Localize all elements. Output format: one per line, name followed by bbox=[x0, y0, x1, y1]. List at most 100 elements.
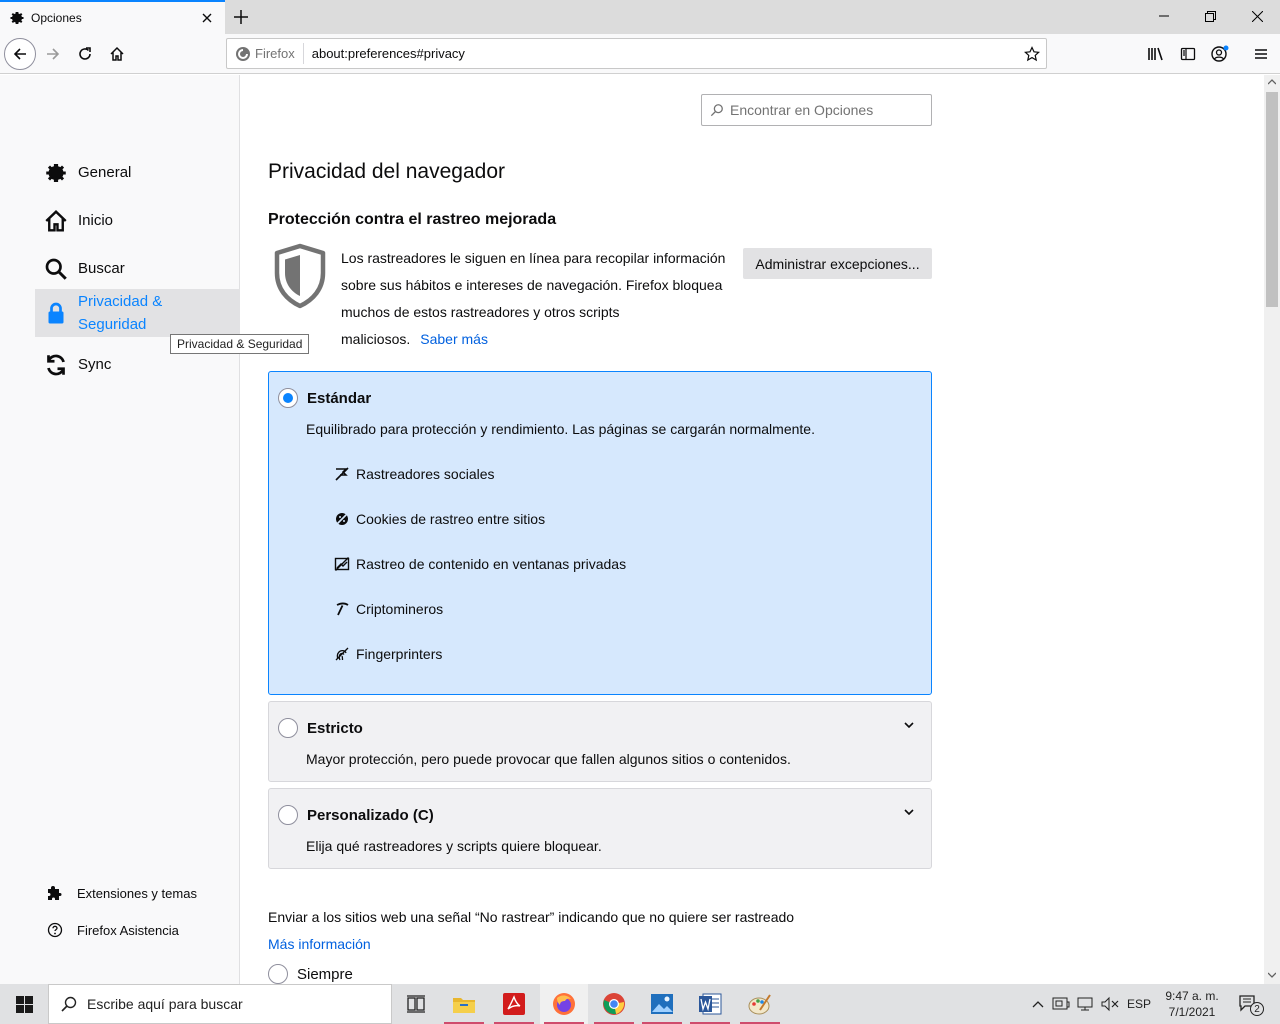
tab-opciones[interactable]: Opciones bbox=[0, 0, 225, 34]
tray-network-adapter-icon[interactable] bbox=[1050, 984, 1072, 1024]
clock-date: 7/1/2021 bbox=[1168, 1005, 1216, 1019]
folder-icon bbox=[453, 998, 475, 1013]
gear-icon bbox=[44, 161, 68, 185]
search-input[interactable]: Encontrar en Opciones bbox=[701, 94, 932, 126]
option-standard[interactable]: Estándar Equilibrado para protección y r… bbox=[268, 371, 932, 695]
feature-label: Rastreadores sociales bbox=[356, 466, 495, 482]
url-text[interactable]: about:preferences#privacy bbox=[312, 46, 1018, 61]
home-button[interactable] bbox=[101, 38, 133, 70]
sidebar-footer-support[interactable]: Firefox Asistencia bbox=[47, 922, 179, 938]
sidebar-toggle-button[interactable] bbox=[1172, 38, 1204, 70]
sidebar-footer-extensions[interactable]: Extensiones y temas bbox=[47, 885, 197, 901]
tab-strip: Opciones bbox=[0, 0, 1280, 34]
taskbar-search-input[interactable]: Escribe aquí para buscar bbox=[48, 984, 392, 1024]
close-window-button[interactable] bbox=[1234, 0, 1280, 32]
library-button[interactable] bbox=[1140, 38, 1172, 70]
search-placeholder: Encontrar en Opciones bbox=[730, 102, 874, 118]
restore-button[interactable] bbox=[1187, 0, 1233, 32]
option-description: Equilibrado para protección y rendimient… bbox=[306, 421, 815, 437]
taskbar-app-word[interactable] bbox=[686, 984, 734, 1024]
etp-description-block: Los rastreadores le siguen en línea para… bbox=[341, 245, 731, 353]
taskbar-app-acrobat[interactable] bbox=[490, 984, 538, 1024]
tray-network-icon[interactable] bbox=[1074, 984, 1098, 1024]
identity-label: Firefox bbox=[255, 46, 295, 61]
chevron-down-icon[interactable] bbox=[901, 717, 917, 733]
sidebar-item-general[interactable]: General bbox=[35, 157, 240, 189]
home-icon bbox=[44, 209, 68, 233]
footer-label: Extensiones y temas bbox=[77, 885, 197, 901]
clock-time: 9:47 a. m. bbox=[1165, 989, 1219, 1003]
option-description: Mayor protección, pero puede provocar qu… bbox=[306, 751, 791, 767]
manage-exceptions-button[interactable]: Administrar excepciones... bbox=[743, 248, 932, 279]
forward-button[interactable] bbox=[37, 38, 69, 70]
back-button[interactable] bbox=[4, 38, 36, 70]
dnt-always-option[interactable]: Siempre bbox=[268, 964, 353, 984]
sidebar-item-buscar[interactable]: Buscar bbox=[35, 253, 240, 285]
scrollbar[interactable] bbox=[1264, 75, 1280, 984]
taskbar-app-chrome[interactable] bbox=[590, 984, 638, 1024]
feature-content-tracking: Rastreo de contenido en ventanas privada… bbox=[334, 556, 626, 572]
content-tracker-icon bbox=[334, 556, 350, 572]
scrollbar-thumb[interactable] bbox=[1266, 92, 1278, 307]
option-title: Estricto bbox=[307, 720, 363, 737]
social-tracker-icon bbox=[334, 466, 350, 482]
chevron-down-icon[interactable] bbox=[901, 804, 917, 820]
radio-always[interactable] bbox=[268, 964, 288, 984]
learn-more-link[interactable]: Saber más bbox=[420, 331, 488, 347]
etp-description: Los rastreadores le siguen en línea para… bbox=[341, 250, 726, 347]
paint-icon bbox=[748, 994, 771, 1015]
dnt-more-info-link[interactable]: Más información bbox=[268, 936, 371, 952]
sidebar-item-label: Sync bbox=[78, 356, 112, 373]
sidebar-item-label: Inicio bbox=[78, 212, 114, 229]
new-tab-button[interactable] bbox=[230, 6, 252, 28]
tooltip: Privacidad & Seguridad bbox=[170, 334, 310, 354]
scroll-down-icon[interactable] bbox=[1268, 972, 1276, 978]
radio-standard[interactable] bbox=[278, 388, 298, 408]
hamburger-icon bbox=[1255, 49, 1267, 59]
option-description: Elija qué rastreadores y scripts quiere … bbox=[306, 838, 602, 854]
library-icon bbox=[1148, 47, 1163, 61]
tray-volume-muted-icon[interactable] bbox=[1099, 984, 1121, 1024]
firefox-icon bbox=[236, 46, 250, 61]
start-button[interactable] bbox=[0, 984, 48, 1024]
tray-overflow-chevron-icon[interactable] bbox=[1028, 984, 1048, 1024]
identity-box[interactable]: Firefox bbox=[227, 43, 304, 64]
close-icon[interactable] bbox=[197, 8, 217, 28]
sidebar-item-privacy[interactable]: Privacidad & Seguridad bbox=[35, 289, 240, 337]
gear-icon bbox=[9, 10, 25, 26]
page-title: Privacidad del navegador bbox=[268, 160, 505, 183]
feature-label: Rastreo de contenido en ventanas privada… bbox=[356, 556, 627, 572]
preferences-sidebar: General Inicio Buscar Privacidad & Segur… bbox=[0, 75, 240, 984]
home-icon bbox=[110, 46, 124, 61]
dnt-description: Enviar a los sitios web una señal “No ra… bbox=[268, 909, 795, 925]
radio-strict[interactable] bbox=[278, 718, 298, 738]
cookie-icon bbox=[334, 511, 350, 527]
reload-button[interactable] bbox=[69, 38, 101, 70]
menu-button[interactable] bbox=[1245, 38, 1277, 70]
taskbar-app-firefox[interactable] bbox=[540, 984, 588, 1024]
notification-count: 2 bbox=[1250, 1002, 1264, 1016]
tray-clock[interactable]: 9:47 a. m. 7/1/2021 bbox=[1158, 984, 1226, 1024]
taskbar-app-photos[interactable] bbox=[638, 984, 686, 1024]
preferences-main: Encontrar en Opciones Privacidad del nav… bbox=[241, 75, 1264, 984]
notification-center-button[interactable]: 2 bbox=[1234, 984, 1264, 1024]
bookmark-star-icon[interactable] bbox=[1018, 45, 1046, 62]
task-view-button[interactable] bbox=[392, 984, 440, 1024]
firefox-icon bbox=[553, 993, 575, 1015]
minimize-button[interactable] bbox=[1141, 0, 1187, 32]
feature-label: Cookies de rastreo entre sitios bbox=[356, 511, 546, 527]
windows-logo-icon bbox=[15, 995, 33, 1013]
reload-icon bbox=[79, 47, 91, 60]
radio-custom[interactable] bbox=[278, 805, 298, 825]
search-icon bbox=[44, 257, 68, 281]
tray-language[interactable]: ESP bbox=[1125, 984, 1153, 1024]
taskbar-app-file-explorer[interactable] bbox=[440, 984, 488, 1024]
search-icon bbox=[710, 104, 723, 117]
taskbar-app-paint[interactable] bbox=[736, 984, 784, 1024]
url-bar[interactable]: Firefox about:preferences#privacy bbox=[226, 38, 1047, 69]
account-button[interactable] bbox=[1204, 38, 1236, 70]
scroll-up-icon[interactable] bbox=[1268, 79, 1276, 85]
sidebar-item-inicio[interactable]: Inicio bbox=[35, 205, 240, 237]
option-custom[interactable]: Personalizado (C) Elija qué rastreadores… bbox=[268, 788, 932, 869]
option-strict[interactable]: Estricto Mayor protección, pero puede pr… bbox=[268, 701, 932, 782]
